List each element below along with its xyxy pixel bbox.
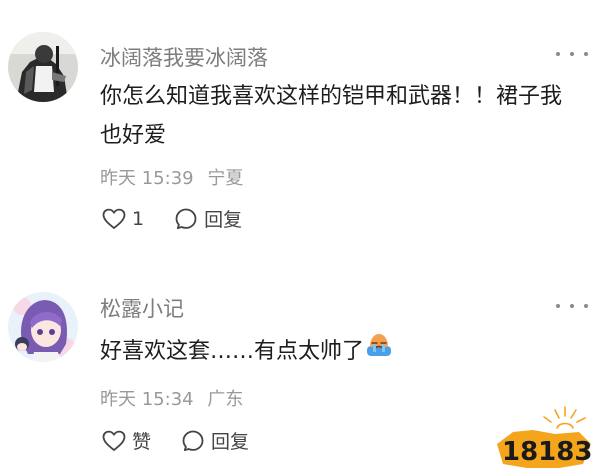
more-options-button[interactable]: [556, 296, 588, 316]
comment-meta: 昨天 15:39 宁夏: [100, 164, 243, 190]
reply-label: 回复: [211, 431, 250, 453]
watermark-text: 18183: [502, 437, 592, 467]
watermark-logo: 18183: [493, 404, 595, 472]
more-dots-icon-dot: [570, 304, 574, 308]
like-button[interactable]: 1: [102, 208, 144, 230]
like-label: 赞: [132, 431, 152, 453]
comment-meta: 昨天 15:34 广东: [100, 385, 243, 411]
more-dots-icon: [556, 52, 560, 56]
more-options-button[interactable]: [556, 44, 588, 64]
username[interactable]: 松露小记: [100, 293, 184, 323]
comment-item: 冰阔落我要冰阔落 你怎么知道我喜欢这样的铠甲和武器！！裙子我也好爱 昨天 15:…: [0, 0, 600, 250]
more-dots-icon: [556, 304, 560, 308]
more-dots-icon-dot: [570, 52, 574, 56]
like-count: 1: [132, 207, 145, 230]
reply-button[interactable]: 回复: [181, 427, 249, 454]
like-button[interactable]: 赞: [102, 427, 151, 454]
comment-actions: 赞 回复: [102, 427, 249, 454]
avatar[interactable]: [8, 32, 78, 102]
comment-text: 好喜欢这套……有点太帅了: [100, 339, 365, 364]
comment-date: 昨天 15:34: [100, 389, 194, 410]
heart-icon: [102, 208, 126, 229]
comment-actions: 1 回复: [102, 205, 242, 232]
comment-bubble-icon: [175, 208, 197, 229]
username[interactable]: 冰阔落我要冰阔落: [100, 42, 268, 72]
comment-text-row: 好喜欢这套……有点太帅了: [100, 332, 578, 371]
reply-button[interactable]: 回复: [174, 205, 242, 232]
comment-location: 宁夏: [207, 168, 244, 189]
comment-location: 广东: [207, 389, 244, 410]
comment-text: 你怎么知道我喜欢这样的铠甲和武器！！裙子我也好爱: [100, 84, 563, 148]
comment-bubble-icon: [182, 430, 204, 451]
avatar[interactable]: [8, 292, 78, 362]
more-dots-icon-dot: [584, 304, 588, 308]
crying-face-emoji: [366, 331, 392, 370]
reply-label: 回复: [204, 209, 243, 231]
comment-date: 昨天 15:39: [100, 168, 194, 189]
comment-list: 冰阔落我要冰阔落 你怎么知道我喜欢这样的铠甲和武器！！裙子我也好爱 昨天 15:…: [0, 0, 600, 475]
heart-icon: [102, 430, 126, 451]
more-dots-icon-dot: [584, 52, 588, 56]
